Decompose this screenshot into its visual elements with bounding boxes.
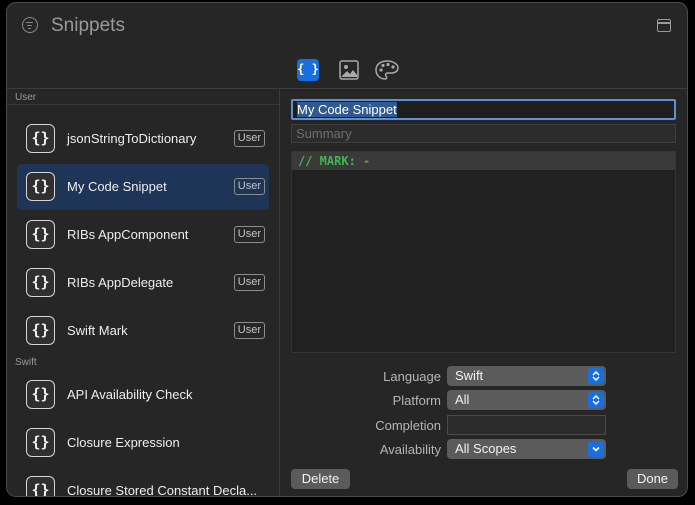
snippet-title-field[interactable]: My Code Snippet (291, 99, 676, 120)
snippets-window: Snippets { } User {} jsonStringToDiction… (6, 2, 688, 497)
section-header-swift: Swift (15, 357, 37, 368)
item-label: Closure Stored Constant Decla... (67, 483, 258, 497)
palette-icon (375, 60, 399, 80)
language-value: Swift (455, 368, 484, 383)
library-tab-bar: { } (7, 49, 687, 89)
item-label: My Code Snippet (67, 179, 167, 194)
user-badge: User (233, 226, 265, 243)
chevron-down-icon (588, 441, 604, 457)
section-divider (7, 104, 279, 105)
image-icon (339, 60, 359, 80)
list-item[interactable]: {} jsonStringToDictionary User (17, 116, 269, 162)
curly-braces-icon: {} (26, 124, 55, 153)
curly-braces-icon: {} (26, 172, 55, 201)
curly-braces-icon: {} (26, 380, 55, 409)
user-badge: User (233, 322, 265, 339)
list-item[interactable]: {} API Availability Check (17, 372, 269, 418)
tab-colors[interactable] (375, 59, 399, 81)
availability-value: All Scopes (455, 441, 517, 456)
platform-label: Platform (392, 393, 441, 408)
window-title: Snippets (51, 15, 125, 36)
window-toggle-icon[interactable] (657, 19, 671, 32)
code-editor[interactable]: // MARK: - (291, 151, 676, 353)
item-label: Swift Mark (67, 323, 128, 338)
list-item[interactable]: {} Closure Stored Constant Decla... (17, 468, 269, 497)
item-label: jsonStringToDictionary (67, 131, 197, 146)
section-header-user: User (15, 92, 37, 103)
title-bar: Snippets (7, 3, 687, 49)
completion-field[interactable] (447, 415, 606, 435)
chevron-updown-icon (588, 392, 604, 408)
curly-braces-icon: {} (26, 316, 55, 345)
curly-braces-icon: {} (26, 220, 55, 249)
list-item[interactable]: {} My Code Snippet User (17, 164, 269, 210)
tab-code-snippets[interactable]: { } (297, 59, 319, 81)
user-badge: User (233, 130, 265, 147)
availability-label: Availability (379, 442, 441, 457)
list-item[interactable]: {} Closure Expression (17, 420, 269, 466)
platform-popup[interactable]: All (447, 390, 606, 410)
user-badge: User (233, 178, 265, 195)
curly-braces-icon: {} (26, 268, 55, 297)
item-label: RIBs AppDelegate (67, 275, 174, 290)
filter-icon[interactable] (22, 17, 38, 33)
availability-popup[interactable]: All Scopes (447, 439, 606, 459)
list-item[interactable]: {} RIBs AppComponent User (17, 212, 269, 258)
list-item[interactable]: {} RIBs AppDelegate User (17, 260, 269, 306)
curly-braces-icon: { } (297, 62, 319, 76)
item-label: API Availability Check (67, 387, 193, 402)
curly-braces-icon: {} (26, 476, 55, 496)
completion-label: Completion (375, 418, 441, 433)
snippet-list: User {} jsonStringToDictionary User {} M… (7, 89, 279, 497)
platform-value: All (455, 392, 470, 407)
list-item[interactable]: {} Swift Mark User (17, 308, 269, 354)
delete-button[interactable]: Delete (291, 469, 350, 489)
done-button[interactable]: Done (627, 469, 678, 489)
tab-media[interactable] (338, 59, 360, 81)
title-text: My Code Snippet (297, 102, 397, 117)
summary-field[interactable]: Summary (291, 124, 676, 143)
user-badge: User (233, 274, 265, 291)
item-label: Closure Expression (67, 435, 180, 450)
split-divider[interactable] (279, 89, 280, 496)
item-label: RIBs AppComponent (67, 227, 189, 242)
code-line: // MARK: - (292, 152, 675, 170)
chevron-updown-icon (588, 368, 604, 384)
language-label: Language (383, 369, 441, 384)
curly-braces-icon: {} (26, 428, 55, 457)
language-popup[interactable]: Swift (447, 366, 606, 386)
